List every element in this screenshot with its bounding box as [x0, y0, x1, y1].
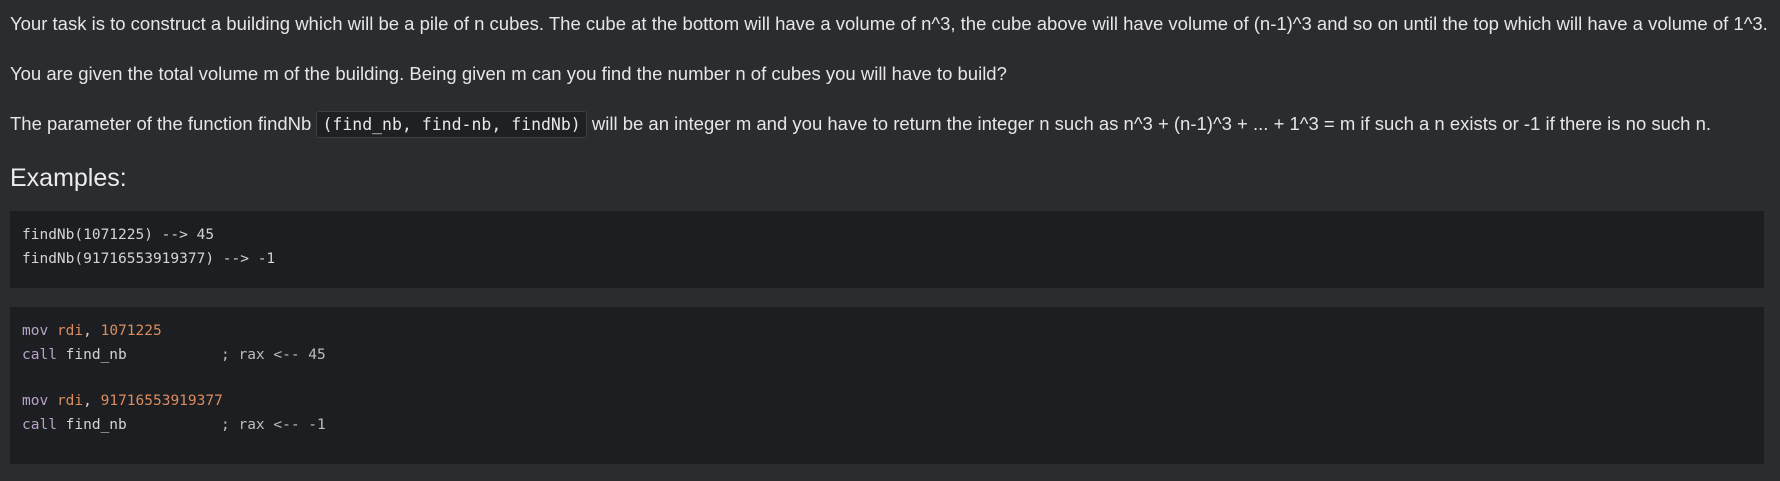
asm-register: rdi: [56, 393, 84, 409]
asm-separator: ,: [83, 323, 101, 339]
description-paragraph-1: Your task is to construct a building whi…: [10, 13, 1768, 34]
code-line: findNb(91716553919377) --> -1: [22, 251, 276, 267]
asm-number: 91716553919377: [100, 393, 223, 409]
asm-function: find_nb: [65, 347, 127, 363]
description-paragraph-3: The parameter of the function findNb (fi…: [10, 111, 1711, 138]
kata-description: Your task is to construct a building whi…: [0, 0, 1780, 481]
asm-instruction: call: [22, 417, 57, 433]
asm-instruction: mov: [22, 393, 49, 409]
description-paragraph-2: You are given the total volume m of the …: [10, 63, 1007, 84]
asm-instruction: call: [22, 347, 57, 363]
paragraph-3-text-end: will be an integer m and you have to ret…: [586, 113, 1712, 134]
asm-register: rdi: [56, 323, 84, 339]
asm-separator: ,: [83, 393, 101, 409]
code-line: call find_nb: [22, 415, 127, 435]
paragraph-3-text-start: The parameter of the function findNb: [10, 113, 317, 134]
examples-heading: Examples:: [10, 164, 127, 192]
code-block-assembly: mov rdi, 1071225 call find_nb ; rax <-- …: [10, 307, 1764, 464]
asm-function: find_nb: [65, 417, 127, 433]
code-block-examples: findNb(1071225) --> 45 findNb(9171655391…: [10, 211, 1764, 288]
asm-comment: ; rax <-- 45: [221, 347, 326, 363]
asm-instruction: mov: [22, 323, 49, 339]
function-names-inline-code: (find_nb, find-nb, findNb): [316, 111, 587, 138]
code-line: mov rdi, 91716553919377: [22, 391, 223, 411]
asm-number: 1071225: [100, 323, 162, 339]
asm-comment: ; rax <-- -1: [221, 417, 326, 433]
code-line: call find_nb: [22, 345, 127, 365]
code-line: mov rdi, 1071225: [22, 321, 162, 341]
code-line: findNb(1071225) --> 45: [22, 227, 215, 243]
